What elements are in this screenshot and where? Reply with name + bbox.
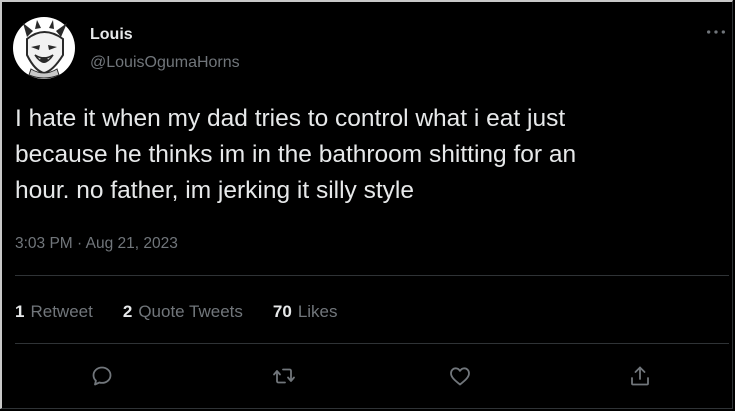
reply-button[interactable] bbox=[86, 360, 118, 392]
likes-stat[interactable]: 70 Likes bbox=[273, 302, 338, 322]
share-button[interactable] bbox=[624, 360, 656, 392]
like-button[interactable] bbox=[444, 360, 476, 392]
tweet-text-line: hour. no father, im jerking it silly sty… bbox=[15, 177, 414, 204]
quote-tweets-count: 2 bbox=[122, 302, 133, 321]
retweets-label: Retweet bbox=[30, 302, 93, 321]
retweet-button[interactable] bbox=[268, 360, 300, 392]
more-options-button[interactable] bbox=[702, 22, 730, 42]
tweet-stats: 1 Retweet 2 Quote Tweets 70 Likes bbox=[15, 302, 368, 322]
tweet-card: Louis @LouisOgumaHorns I hate it when my… bbox=[0, 0, 733, 409]
share-icon bbox=[631, 366, 649, 386]
reply-icon bbox=[92, 366, 112, 386]
quote-tweets-stat[interactable]: 2 Quote Tweets bbox=[123, 302, 243, 322]
retweets-count: 1 bbox=[15, 302, 25, 321]
avatar[interactable] bbox=[13, 17, 75, 79]
retweet-icon bbox=[273, 368, 295, 384]
tweet-date: Aug 21, 2023 bbox=[85, 235, 178, 252]
retweets-stat[interactable]: 1 Retweet bbox=[15, 302, 93, 322]
wolf-avatar-icon bbox=[13, 17, 75, 79]
like-icon bbox=[450, 367, 470, 386]
divider bbox=[15, 275, 729, 276]
more-options-icon bbox=[707, 30, 725, 34]
likes-label: Likes bbox=[297, 302, 338, 321]
tweet-text: I hate it when my dad tries to control w… bbox=[15, 101, 715, 209]
tweet-timestamp[interactable]: 3:03 PM · Aug 21, 2023 bbox=[15, 235, 178, 253]
likes-count: 70 bbox=[272, 302, 292, 321]
divider bbox=[15, 343, 729, 344]
quote-tweets-label: Quote Tweets bbox=[138, 302, 243, 321]
tweet-actions bbox=[2, 360, 735, 392]
author-handle[interactable]: @LouisOgumaHorns bbox=[90, 54, 240, 72]
tweet-time: 3:03 PM bbox=[15, 235, 73, 252]
tweet-text-line: because he thinks im in the bathroom shi… bbox=[15, 141, 577, 168]
author-display-name[interactable]: Louis bbox=[90, 26, 133, 44]
timestamp-separator: · bbox=[77, 235, 83, 252]
tweet-text-line: I hate it when my dad tries to control w… bbox=[15, 105, 566, 132]
